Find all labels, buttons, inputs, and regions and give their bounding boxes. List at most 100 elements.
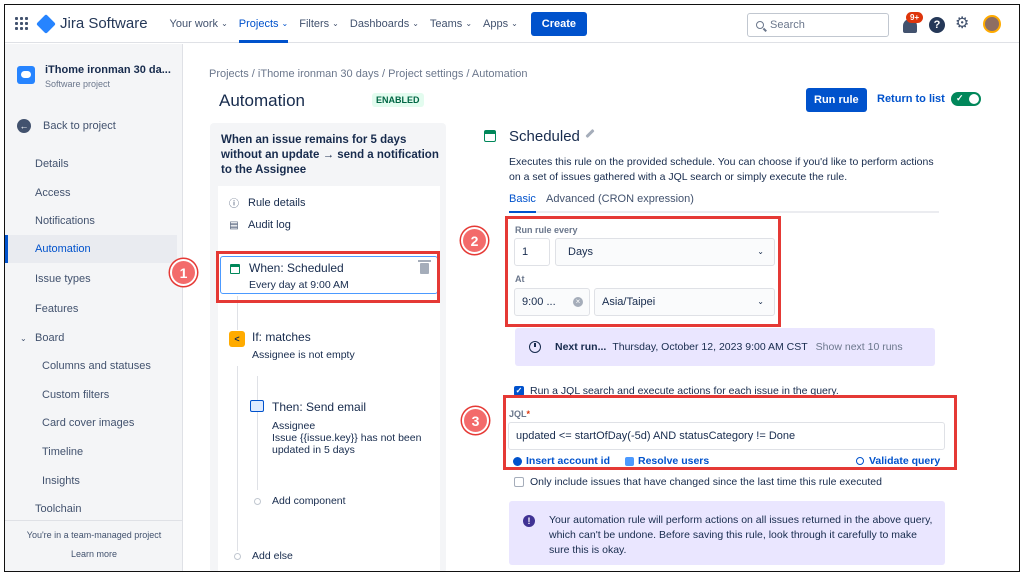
condition-detail: Assignee is not empty	[252, 349, 355, 361]
toggle-knob	[969, 94, 979, 104]
nav-dashboards[interactable]: Dashboards ⌄	[350, 5, 419, 43]
notification-count-badge: 9+	[906, 12, 924, 23]
rule-components: ⓘ Rule details ▤ Audit log When: Schedul…	[218, 186, 440, 571]
step-badge-2: 2	[461, 227, 488, 254]
highlight-box-3	[503, 395, 957, 470]
arrow-left-icon: ←	[17, 119, 31, 133]
breadcrumb[interactable]: Projects / iThome ironman 30 days / Proj…	[209, 68, 528, 80]
sidebar-item-access[interactable]: Access	[5, 179, 177, 207]
warning-text: Your automation rule will perform action…	[549, 514, 933, 556]
rule-enabled-toggle[interactable]: ✓	[951, 92, 981, 106]
chevron-down-icon: ⌄	[332, 19, 339, 28]
add-else-dot	[234, 553, 241, 560]
settings-gear-icon[interactable]: ⚙	[955, 16, 969, 32]
only-changed-checkbox[interactable]	[514, 477, 524, 487]
add-else-link[interactable]: Add else	[252, 550, 293, 562]
return-to-list-link[interactable]: Return to list	[877, 93, 945, 105]
chevron-down-icon: ⌄	[281, 19, 289, 28]
clock-icon	[529, 341, 541, 353]
sidebar-item-details[interactable]: Details	[5, 150, 177, 178]
sidebar-item-columns-and-statuses[interactable]: Columns and statuses	[5, 352, 177, 380]
nav-projects[interactable]: Projects ⌄	[238, 5, 289, 43]
tab-basic[interactable]: Basic	[509, 193, 536, 213]
schedule-tabs: Basic Advanced (CRON expression)	[509, 193, 939, 213]
document-icon: ▤	[229, 219, 239, 231]
next-run-banner: Next run... Thursday, October 12, 2023 9…	[515, 328, 935, 366]
add-component-dot	[254, 498, 261, 505]
flow-connector	[257, 376, 258, 490]
nav-teams[interactable]: Teams ⌄	[430, 5, 472, 43]
chevron-down-icon: ⌄	[412, 19, 419, 28]
project-name: iThome ironman 30 da...	[45, 64, 171, 76]
config-description: Executes this rule on the provided sched…	[509, 156, 934, 183]
nav-filters[interactable]: Filters ⌄	[299, 5, 339, 43]
only-changed-checkbox-label: Only include issues that have changed si…	[530, 476, 882, 488]
email-icon	[250, 400, 264, 412]
product-logo[interactable]: Jira Software	[60, 15, 148, 32]
page-title: Automation	[219, 91, 305, 110]
sidebar-item-timeline[interactable]: Timeline	[5, 438, 177, 466]
status-badge: ENABLED	[372, 93, 424, 107]
highlight-box-1	[216, 251, 440, 303]
chevron-down-icon: ⌄	[20, 333, 27, 343]
next-run-label: Next run...	[555, 341, 607, 353]
condition-title[interactable]: If: matches	[252, 330, 311, 344]
action-title[interactable]: Then: Send email	[272, 400, 366, 414]
learn-more-link[interactable]: Learn more	[5, 549, 183, 559]
app-switcher-icon[interactable]	[15, 16, 29, 31]
search-icon	[756, 21, 764, 29]
notifications-button[interactable]: 9+	[903, 12, 924, 33]
jira-logo-icon	[36, 13, 56, 34]
show-next-runs-link[interactable]: Show next 10 runs	[816, 341, 903, 353]
flow-connector	[237, 366, 238, 551]
action-message: Issue {{issue.key}} has not been updated…	[272, 432, 422, 456]
alert-icon: !	[523, 515, 535, 527]
config-title: Scheduled	[509, 128, 580, 145]
chevron-down-icon: ⌄	[221, 19, 228, 28]
branch-icon: <	[229, 331, 245, 347]
app-window: Jira Software Your work ⌄ Projects ⌄ Filte…	[4, 4, 1020, 572]
team-managed-note: You're in a team-managed project	[26, 530, 162, 540]
user-avatar[interactable]	[983, 15, 1001, 33]
sidebar-item-toolchain[interactable]: Toolchain	[5, 495, 177, 523]
sidebar-divider	[5, 520, 183, 521]
nav-apps[interactable]: Apps ⌄	[483, 5, 518, 43]
top-navigation: Jira Software Your work ⌄ Projects ⌄ Filte…	[5, 5, 1019, 43]
add-component-link[interactable]: Add component	[272, 495, 346, 507]
next-run-value: Thursday, October 12, 2023 9:00 AM CST	[612, 341, 808, 353]
back-to-project-link[interactable]: ← Back to project	[17, 119, 116, 133]
help-icon[interactable]: ?	[929, 17, 945, 33]
rule-summary[interactable]: When an issue remains for 5 days without…	[221, 133, 439, 178]
pencil-icon[interactable]	[585, 128, 595, 139]
sidebar-item-features[interactable]: Features	[5, 295, 177, 323]
sidebar-item-custom-filters[interactable]: Custom filters	[5, 381, 177, 409]
audit-log-link[interactable]: ▤ Audit log	[228, 219, 291, 231]
create-button[interactable]: Create	[530, 11, 588, 36]
rule-chain-panel: When an issue remains for 5 days without…	[210, 123, 446, 571]
sidebar-item-insights[interactable]: Insights	[5, 467, 177, 495]
step-badge-1: 1	[170, 259, 197, 286]
project-header[interactable]: iThome ironman 30 da... Software project	[17, 64, 171, 89]
nav-your-work[interactable]: Your work ⌄	[170, 5, 228, 43]
chevron-down-icon: ⌄	[465, 19, 473, 28]
sidebar-item-issue-types[interactable]: Issue types	[5, 265, 177, 293]
highlight-box-2	[505, 216, 781, 327]
sidebar-item-board[interactable]: ⌄ Board	[5, 324, 177, 352]
search-input[interactable]: Search	[747, 13, 889, 37]
sidebar-item-card-cover-images[interactable]: Card cover images	[5, 409, 177, 437]
step-badge-3: 3	[462, 407, 489, 434]
check-icon: ✓	[956, 93, 964, 103]
chevron-down-icon: ⌄	[511, 19, 518, 28]
action-recipient: Assignee	[272, 420, 316, 432]
rule-details-link[interactable]: ⓘ Rule details	[228, 195, 305, 211]
run-rule-button[interactable]: Run rule	[806, 88, 867, 112]
warning-message: ! Your automation rule will perform acti…	[509, 501, 945, 565]
project-sidebar: iThome ironman 30 da... Software project…	[5, 44, 183, 571]
info-icon: ⓘ	[229, 199, 239, 210]
tab-advanced-cron[interactable]: Advanced (CRON expression)	[546, 193, 694, 213]
search-placeholder: Search	[770, 19, 805, 31]
sidebar-item-notifications[interactable]: Notifications	[5, 207, 177, 235]
calendar-icon	[484, 130, 496, 142]
project-type: Software project	[45, 79, 111, 89]
sidebar-item-automation[interactable]: Automation	[5, 235, 177, 263]
